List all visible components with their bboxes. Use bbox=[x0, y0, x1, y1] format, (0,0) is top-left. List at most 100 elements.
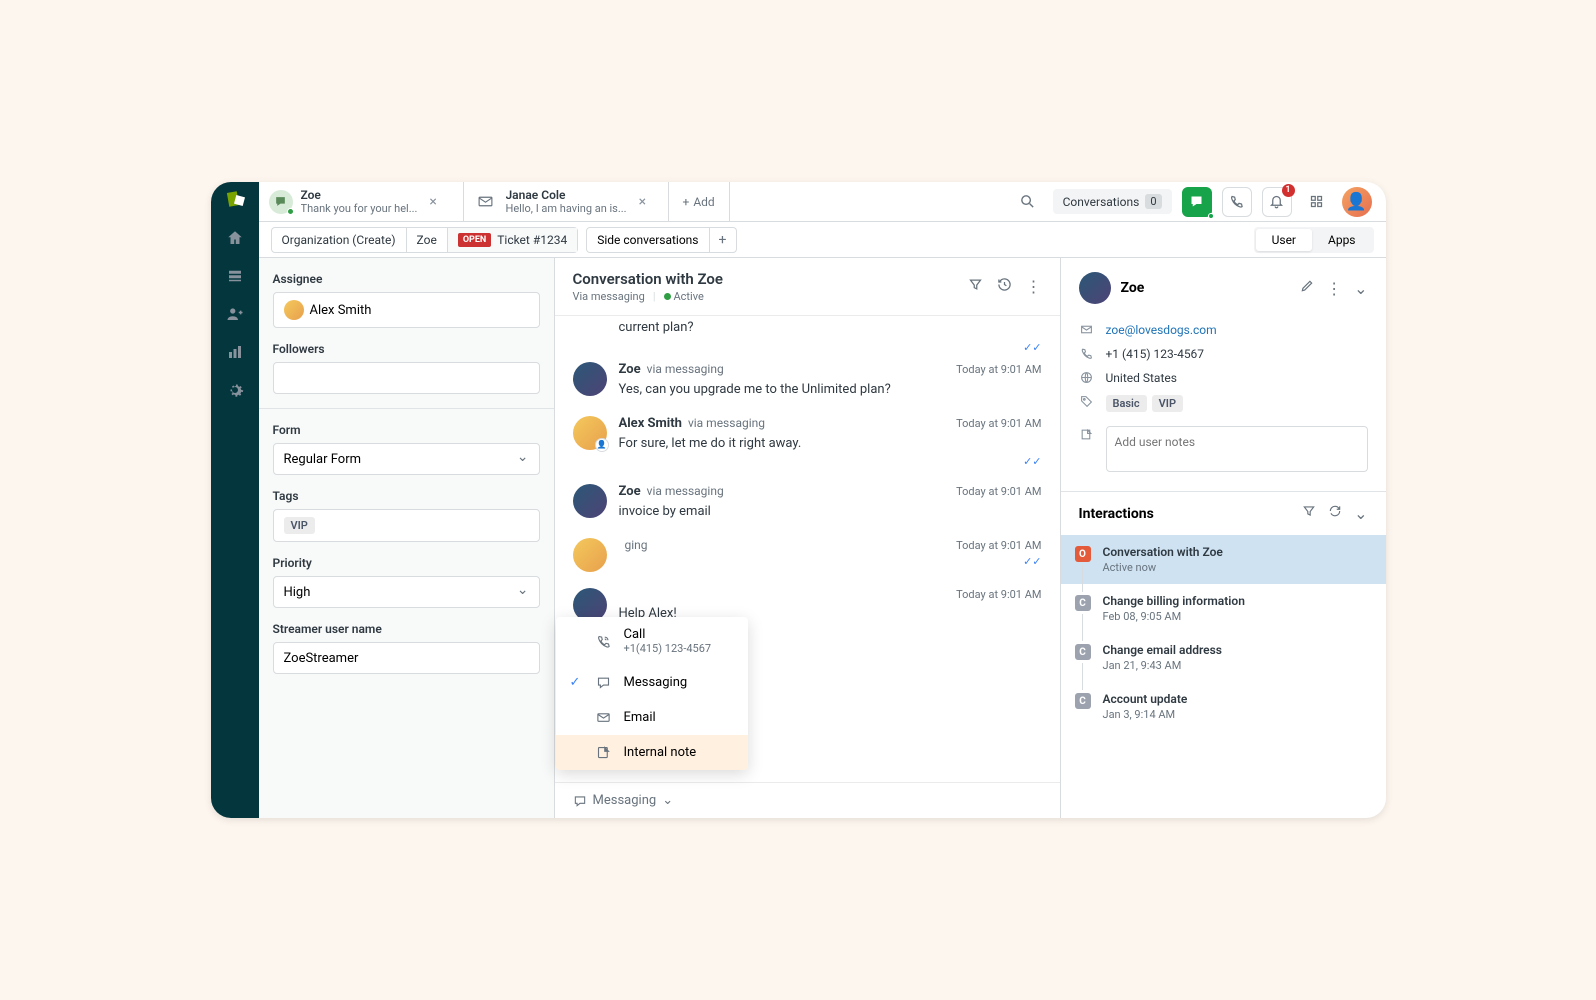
tab-subtitle: Hello, I am having an is... bbox=[506, 202, 627, 215]
interaction-title: Conversation with Zoe bbox=[1103, 545, 1223, 559]
chevron-down-icon[interactable]: ⌄ bbox=[1354, 504, 1367, 523]
globe-icon bbox=[1079, 371, 1094, 384]
tags-field[interactable]: VIP bbox=[273, 509, 540, 542]
more-icon[interactable]: ⋮ bbox=[1026, 277, 1042, 296]
read-receipt-icon: ✓✓ bbox=[573, 341, 1042, 354]
conversation-header: Conversation with Zoe Via messaging|Acti… bbox=[555, 258, 1060, 316]
edit-icon[interactable] bbox=[1300, 279, 1314, 298]
filter-icon[interactable] bbox=[1302, 504, 1316, 523]
customers-icon[interactable] bbox=[225, 304, 245, 324]
add-tab[interactable]: +Add bbox=[669, 182, 730, 221]
assignee-field[interactable]: Alex Smith bbox=[273, 292, 540, 328]
tag-chip: VIP bbox=[284, 517, 315, 534]
interaction-badge: C bbox=[1075, 595, 1091, 611]
streamer-label: Streamer user name bbox=[273, 622, 540, 636]
channel-call[interactable]: Call+1(415) 123-4567 bbox=[556, 617, 748, 665]
close-icon[interactable]: × bbox=[429, 194, 436, 210]
channel-messaging[interactable]: ✓Messaging bbox=[556, 665, 748, 700]
chat-button[interactable] bbox=[1182, 187, 1212, 217]
breadcrumb-ticket[interactable]: OPENTicket #1234 bbox=[448, 228, 577, 252]
views-icon[interactable] bbox=[225, 266, 245, 286]
message-avatar: 👤 bbox=[573, 416, 607, 450]
tab-title: Janae Cole bbox=[506, 188, 627, 202]
message-time: Today at 9:01 AM bbox=[956, 363, 1041, 376]
message: gingToday at 9:01 AM ✓✓ bbox=[573, 530, 1042, 580]
message-name: Zoe bbox=[619, 484, 641, 499]
tab-subtitle: Thank you for your hel... bbox=[301, 202, 418, 215]
composer-channel-select[interactable]: Messaging⌄ bbox=[555, 782, 1060, 818]
apps-grid-icon[interactable] bbox=[1302, 187, 1332, 217]
interaction-title: Change billing information bbox=[1103, 594, 1245, 608]
interaction-item[interactable]: O Conversation with ZoeActive now bbox=[1061, 535, 1386, 584]
message-text: invoice by email bbox=[619, 502, 1042, 522]
envelope-icon bbox=[1079, 323, 1094, 336]
message-avatar bbox=[573, 484, 607, 518]
tags-label: Tags bbox=[273, 489, 540, 503]
read-receipt-icon: ✓✓ bbox=[619, 455, 1042, 468]
channel-dropdown: Call+1(415) 123-4567 ✓Messaging Email In… bbox=[556, 617, 748, 770]
refresh-icon[interactable] bbox=[1328, 504, 1342, 523]
toggle-apps[interactable]: Apps bbox=[1312, 229, 1372, 251]
breadcrumb-user[interactable]: Zoe bbox=[407, 228, 448, 252]
tag-icon bbox=[1079, 395, 1094, 408]
message-via: ging bbox=[625, 538, 648, 552]
interaction-badge: C bbox=[1075, 693, 1091, 709]
user-notes-input[interactable] bbox=[1106, 426, 1368, 472]
right-panel: Zoe ⋮ ⌄ zoe@lovesdogs.com +1 (415) 123-4… bbox=[1060, 258, 1386, 818]
conversations-button[interactable]: Conversations0 bbox=[1053, 189, 1172, 214]
channel-internal-note[interactable]: Internal note bbox=[556, 735, 748, 770]
home-icon[interactable] bbox=[225, 228, 245, 248]
interactions-list: O Conversation with ZoeActive nowC Chang… bbox=[1061, 535, 1386, 818]
tab-zoe[interactable]: ZoeThank you for your hel... × bbox=[259, 182, 464, 221]
tag-chip: Basic bbox=[1106, 395, 1147, 412]
message-time: Today at 9:01 AM bbox=[956, 417, 1041, 430]
form-select[interactable]: Regular Form bbox=[273, 443, 540, 475]
notification-badge: 1 bbox=[1282, 184, 1295, 197]
toggle-user[interactable]: User bbox=[1256, 229, 1312, 251]
interaction-item[interactable]: C Account updateJan 3, 9:14 AM bbox=[1061, 682, 1386, 731]
profile-location: United States bbox=[1106, 371, 1177, 385]
profile-email[interactable]: zoe@lovesdogs.com bbox=[1106, 323, 1217, 337]
followers-field[interactable] bbox=[273, 362, 540, 394]
more-icon[interactable]: ⋮ bbox=[1326, 279, 1342, 298]
interactions-header: Interactions ⌄ bbox=[1061, 492, 1386, 535]
interaction-item[interactable]: C Change email addressJan 21, 9:43 AM bbox=[1061, 633, 1386, 682]
interaction-item[interactable]: C Change billing information Feb 08, 9:05… bbox=[1061, 584, 1386, 633]
envelope-icon bbox=[596, 710, 612, 725]
phone-icon bbox=[596, 634, 612, 649]
tab-janae[interactable]: Janae ColeHello, I am having an is... × bbox=[464, 182, 669, 221]
filter-icon[interactable] bbox=[968, 277, 983, 296]
followers-label: Followers bbox=[273, 342, 540, 356]
interaction-title: Change email address bbox=[1103, 643, 1222, 657]
priority-select[interactable]: High bbox=[273, 576, 540, 608]
plus-icon: + bbox=[683, 195, 690, 209]
interaction-badge: C bbox=[1075, 644, 1091, 660]
bell-icon[interactable]: 1 bbox=[1262, 187, 1292, 217]
search-icon[interactable] bbox=[1013, 187, 1043, 217]
streamer-field[interactable]: ZoeStreamer bbox=[273, 642, 540, 674]
side-conversations-button[interactable]: Side conversations bbox=[587, 228, 709, 252]
settings-icon[interactable] bbox=[225, 380, 245, 400]
profile-name: Zoe bbox=[1121, 280, 1145, 296]
interaction-subtitle: Feb 08, 9:05 AM bbox=[1103, 610, 1245, 623]
message-avatar bbox=[573, 362, 607, 396]
open-badge: OPEN bbox=[458, 233, 491, 247]
channel-email[interactable]: Email bbox=[556, 700, 748, 735]
breadcrumb-org[interactable]: Organization (Create) bbox=[272, 228, 407, 252]
top-actions: Conversations0 1 👤 bbox=[1013, 187, 1386, 217]
history-icon[interactable] bbox=[997, 277, 1012, 296]
chevron-down-icon[interactable]: ⌄ bbox=[1354, 279, 1367, 298]
phone-icon[interactable] bbox=[1222, 187, 1252, 217]
phone-icon bbox=[1079, 347, 1094, 360]
user-avatar[interactable]: 👤 bbox=[1342, 187, 1372, 217]
reports-icon[interactable] bbox=[225, 342, 245, 362]
add-side-conv-button[interactable]: + bbox=[710, 232, 736, 248]
close-icon[interactable]: × bbox=[639, 194, 646, 210]
interaction-badge: O bbox=[1075, 546, 1091, 562]
envelope-icon bbox=[474, 190, 498, 214]
top-tabs: ZoeThank you for your hel... × Janae Col… bbox=[259, 182, 1386, 222]
interaction-title: Account update bbox=[1103, 692, 1188, 706]
chevron-down-icon: ⌄ bbox=[662, 793, 673, 808]
brand-logo[interactable] bbox=[226, 192, 244, 210]
conversation-title: Conversation with Zoe bbox=[573, 270, 723, 288]
